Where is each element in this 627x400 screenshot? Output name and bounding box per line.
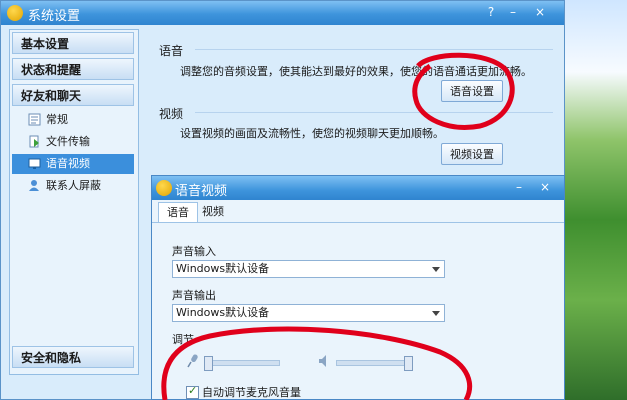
sound-output-value: Windows默认设备 [176, 306, 270, 319]
sidebar-item-general[interactable]: 常规 [12, 110, 134, 130]
mic-volume-thumb[interactable] [204, 356, 213, 371]
microphone-icon [187, 354, 198, 368]
mic-volume-slider[interactable] [204, 360, 280, 366]
checkmark-icon: ✓ [188, 384, 198, 397]
auto-mic-checkbox[interactable]: ✓ [186, 384, 199, 399]
tab-video[interactable]: 视频 [194, 202, 232, 222]
title-bar[interactable]: 系统设置 ? – × [1, 1, 564, 25]
video-description: 设置视频的画面及流畅性，使您的视频聊天更加顺畅。 [180, 127, 444, 140]
chevron-down-icon [432, 267, 440, 272]
sidebar-category-friends[interactable]: 好友和聊天 [12, 84, 134, 106]
sidebar-item-label: 语音视频 [46, 157, 90, 170]
dialog-tabs: 语音 视频 [152, 202, 564, 223]
chevron-down-icon [432, 311, 440, 316]
sidebar-item-label: 联系人屏蔽 [46, 179, 101, 192]
dialog-close-button[interactable]: × [534, 178, 556, 196]
video-divider [195, 112, 553, 113]
contact-block-icon [29, 180, 39, 191]
sidebar-category-status[interactable]: 状态和提醒 [12, 58, 134, 80]
qq-icon [156, 180, 172, 196]
sidebar-item-label: 常规 [46, 113, 68, 126]
voice-description: 调整您的音频设置，使其能达到最好的效果，使您的语音通话更加流畅。 [180, 65, 532, 78]
speaker-volume-thumb[interactable] [404, 356, 413, 371]
voice-divider [195, 49, 553, 50]
sidebar-category-security[interactable]: 安全和隐私 [12, 346, 134, 368]
close-button[interactable]: × [526, 3, 554, 21]
dialog-title-bar[interactable]: 语音视频 – × [152, 176, 564, 200]
dialog-title: 语音视频 [175, 184, 228, 199]
desktop-background [565, 0, 627, 400]
sound-input-label: 声音输入 [172, 245, 216, 258]
voice-video-dialog: 语音视频 – × 语音 视频 声音输入 Windows默认设备 声音输出 Win… [151, 175, 565, 400]
speaker-volume-slider[interactable] [336, 360, 410, 366]
sidebar-item-contact-block[interactable]: 联系人屏蔽 [12, 176, 134, 196]
sound-input-select[interactable]: Windows默认设备 [172, 260, 445, 278]
settings-content: 语音 调整您的音频设置，使其能达到最好的效果，使您的语音通话更加流畅。 语音设置… [145, 29, 560, 179]
video-section-title: 视频 [159, 107, 184, 121]
voice-settings-button[interactable]: 语音设置 [441, 80, 503, 102]
sidebar-category-basic[interactable]: 基本设置 [12, 32, 134, 54]
sound-output-select[interactable]: Windows默认设备 [172, 304, 445, 322]
window-title: 系统设置 [28, 9, 81, 24]
minimize-button[interactable]: – [502, 3, 524, 21]
voice-video-icon [28, 158, 41, 169]
video-settings-button[interactable]: 视频设置 [441, 143, 503, 165]
sound-output-label: 声音输出 [172, 289, 216, 302]
sidebar-item-file-transfer[interactable]: 文件传输 [12, 132, 134, 152]
general-icon [28, 113, 41, 126]
volume-label: 调节 [172, 333, 194, 346]
auto-mic-label: 自动调节麦克风音量 [202, 386, 301, 399]
tab-voice[interactable]: 语音 [158, 202, 198, 222]
sidebar-item-voice-video[interactable]: 语音视频 [12, 154, 134, 174]
speaker-icon [319, 355, 326, 367]
voice-section-title: 语音 [159, 44, 184, 58]
file-transfer-icon [29, 135, 39, 148]
sound-input-value: Windows默认设备 [176, 262, 270, 275]
sidebar-item-label: 文件传输 [46, 135, 90, 148]
dialog-minimize-button[interactable]: – [508, 178, 530, 196]
help-button[interactable]: ? [480, 3, 502, 21]
qq-icon [7, 5, 23, 21]
sidebar: 基本设置 状态和提醒 好友和聊天 常规 文件传输 语音视频 联系人屏蔽 安全和隐… [9, 29, 139, 375]
